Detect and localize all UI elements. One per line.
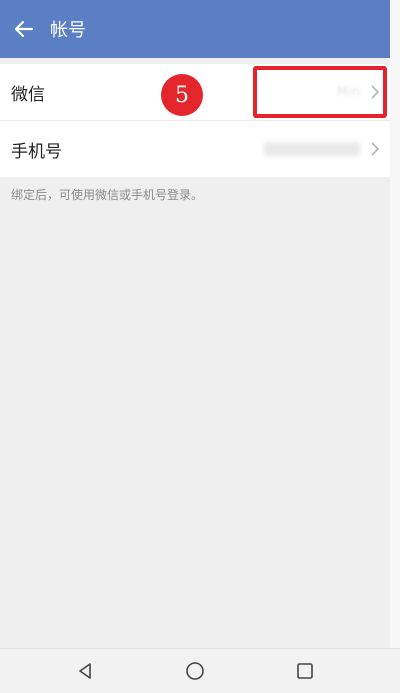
nav-recents-button[interactable]	[275, 649, 335, 693]
back-arrow-icon	[14, 20, 34, 38]
phone-value	[264, 142, 360, 156]
back-button[interactable]	[4, 0, 44, 58]
nav-recents-icon	[297, 663, 313, 679]
wechat-label: 微信	[11, 84, 45, 105]
nav-home-button[interactable]	[165, 649, 225, 693]
nav-back-button[interactable]	[55, 649, 115, 693]
step-badge: 5	[161, 74, 203, 116]
chevron-right-icon	[371, 142, 380, 156]
page-title: 帐号	[50, 20, 86, 41]
list-item-phone[interactable]: 手机号	[0, 120, 390, 177]
system-nav-bar	[0, 648, 400, 693]
nav-home-icon	[186, 662, 204, 680]
nav-back-icon	[79, 663, 91, 679]
app-bar: 帐号	[0, 0, 390, 58]
highlight-box	[253, 66, 387, 118]
scroll-edge	[390, 0, 400, 649]
phone-label: 手机号	[11, 141, 62, 162]
binding-hint: 绑定后，可使用微信或手机号登录。	[11, 188, 204, 202]
